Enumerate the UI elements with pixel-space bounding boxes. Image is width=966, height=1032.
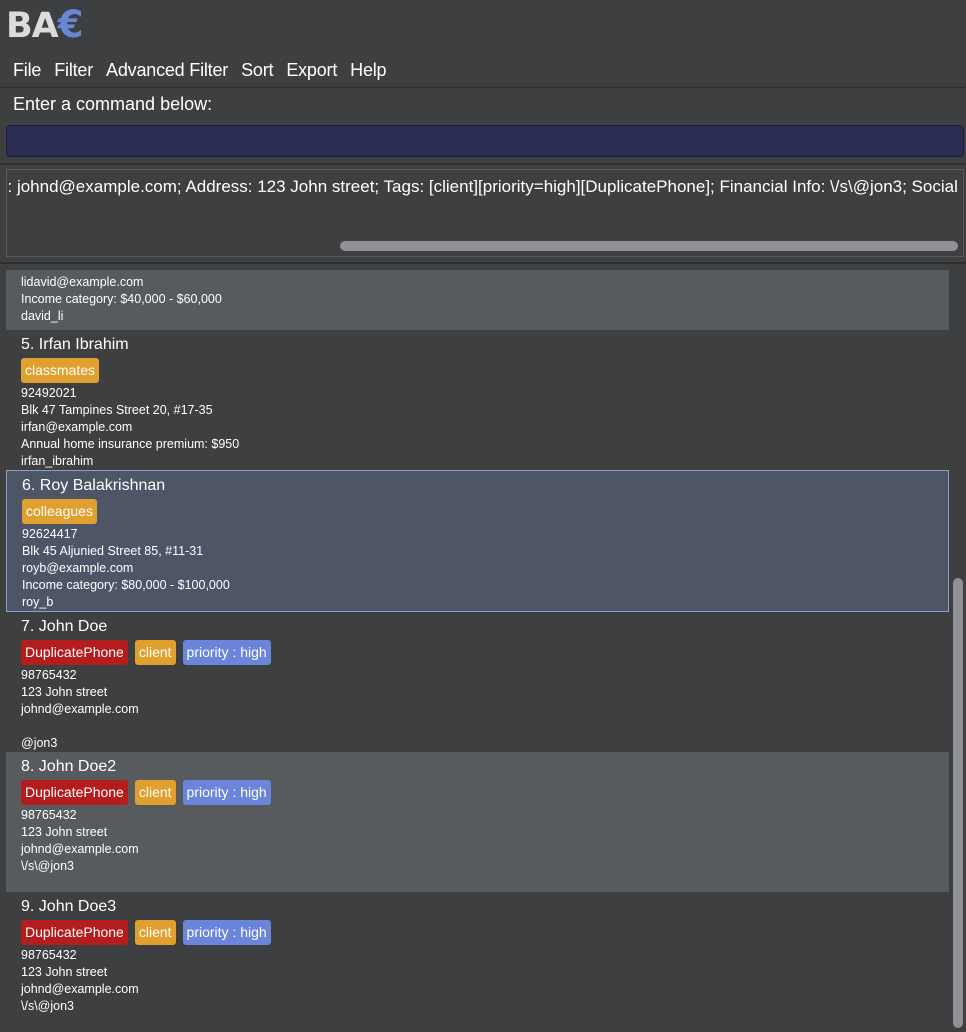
app-window: BA€ File Filter Advanced Filter Sort Exp… xyxy=(0,0,966,1032)
horizontal-scrollbar[interactable] xyxy=(340,241,958,251)
person-name: 8. John Doe2 xyxy=(21,758,117,775)
menu-bar: File Filter Advanced Filter Sort Export … xyxy=(0,52,966,88)
person-detail: 98765432 xyxy=(21,808,77,822)
tag-list: DuplicatePhone client priority : high xyxy=(21,780,949,805)
person-detail: irfan@example.com xyxy=(21,420,133,434)
tag-badge: client xyxy=(134,780,176,805)
command-input[interactable] xyxy=(6,125,964,157)
person-detail: 98765432 xyxy=(21,668,77,682)
person-card[interactable]: 8. John Doe2 DuplicatePhone client priority… xyxy=(6,752,949,892)
person-detail: david_li xyxy=(21,309,64,323)
app-logo: BA€ xyxy=(6,3,84,47)
menu-export[interactable]: Export xyxy=(280,52,344,88)
result-display[interactable]: Email: johnd@example.com; Address: 123 J… xyxy=(6,169,964,257)
person-detail: 123 John street xyxy=(21,965,108,979)
tag-badge: client xyxy=(134,920,176,945)
person-card[interactable]: 7. John Doe DuplicatePhone client priority … xyxy=(6,612,949,752)
divider xyxy=(0,262,966,264)
tag-list: DuplicatePhone client priority : high xyxy=(21,640,949,665)
menu-filter[interactable]: Filter xyxy=(48,52,100,88)
tag-badge: DuplicatePhone xyxy=(21,920,128,945)
person-list[interactable]: lidavid@example.com Income category: $40,… xyxy=(6,270,950,1032)
tag-badge: classmates xyxy=(21,358,100,383)
euro-icon: € xyxy=(57,3,84,46)
tag-badge: DuplicatePhone xyxy=(21,780,128,805)
person-detail: johnd@example.com xyxy=(21,982,139,996)
person-detail: 98765432 xyxy=(21,948,77,962)
person-detail: Blk 47 Tampines Street 20, #17-35 xyxy=(21,403,213,417)
person-detail: johnd@example.com xyxy=(21,842,139,856)
vertical-scrollbar[interactable] xyxy=(953,578,963,1028)
person-detail: roy_b xyxy=(22,595,54,609)
person-detail: Annual home insurance premium: $950 xyxy=(21,437,240,451)
person-name: 7. John Doe xyxy=(21,618,108,635)
person-card[interactable]: 9. John Doe3 DuplicatePhone client priority… xyxy=(6,892,949,1032)
tag-badge: DuplicatePhone xyxy=(21,640,128,665)
person-card[interactable]: lidavid@example.com Income category: $40,… xyxy=(6,270,949,330)
tag-badge: priority : high xyxy=(182,640,271,665)
person-detail: \/s\@jon3 xyxy=(21,999,74,1013)
tag-badge: colleagues xyxy=(22,499,97,524)
person-detail: 123 John street xyxy=(21,825,108,839)
person-detail: lidavid@example.com xyxy=(21,275,144,289)
person-detail: johnd@example.com xyxy=(21,702,139,716)
person-detail: 92624417 xyxy=(22,527,78,541)
divider xyxy=(0,163,966,165)
person-name: 9. John Doe3 xyxy=(21,898,117,915)
tag-list: classmates xyxy=(21,358,949,383)
tag-list: DuplicatePhone client priority : high xyxy=(21,920,949,945)
person-detail: royb@example.com xyxy=(22,561,134,575)
tag-list: colleagues xyxy=(22,499,948,524)
person-detail: 123 John street xyxy=(21,685,108,699)
logo-text: BA xyxy=(6,6,59,46)
person-card[interactable]: 5. Irfan Ibrahim classmates 92492021 Blk 47… xyxy=(6,330,949,470)
person-detail: 92492021 xyxy=(21,386,77,400)
person-detail: Blk 45 Aljunied Street 85, #11-31 xyxy=(22,544,204,558)
result-text: Email: johnd@example.com; Address: 123 J… xyxy=(7,177,963,196)
command-label: Enter a command below: xyxy=(13,94,213,114)
person-name: 5. Irfan Ibrahim xyxy=(21,336,129,353)
person-name: 6. Roy Balakrishnan xyxy=(22,477,166,494)
person-card[interactable]: 6. Roy Balakrishnan colleagues 92624417 Blk… xyxy=(6,470,949,612)
menu-advanced-filter[interactable]: Advanced Filter xyxy=(100,52,235,88)
tag-badge: priority : high xyxy=(182,920,271,945)
person-detail: Income category: $80,000 - $100,000 xyxy=(22,578,230,592)
person-detail xyxy=(21,718,949,735)
tag-badge: priority : high xyxy=(182,780,271,805)
menu-help[interactable]: Help xyxy=(344,52,393,88)
person-detail: irfan_ibrahim xyxy=(21,454,94,468)
menu-sort[interactable]: Sort xyxy=(235,52,280,88)
person-detail: \/s\@jon3 xyxy=(21,859,74,873)
person-detail: Income category: $40,000 - $60,000 xyxy=(21,292,222,306)
person-detail: @jon3 xyxy=(21,736,58,750)
tag-badge: client xyxy=(134,640,176,665)
menu-file[interactable]: File xyxy=(0,52,48,88)
